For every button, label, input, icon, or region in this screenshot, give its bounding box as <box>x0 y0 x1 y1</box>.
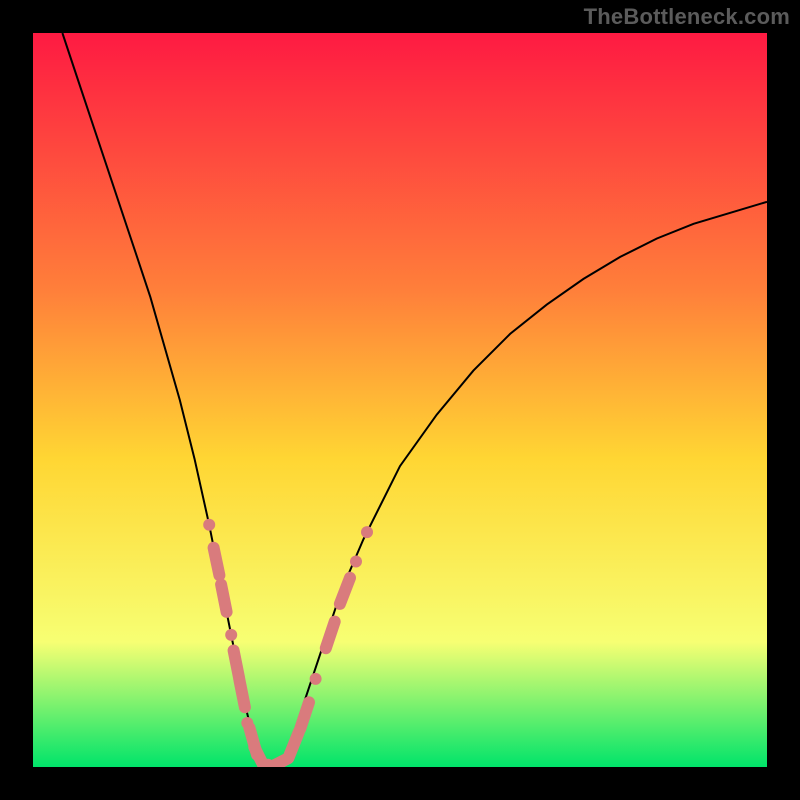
marker-pill <box>214 548 220 575</box>
marker-dot <box>310 673 322 685</box>
marker-dot <box>203 519 215 531</box>
watermark-text: TheBottleneck.com <box>584 4 790 30</box>
chart-svg <box>33 33 767 767</box>
marker-pill <box>326 622 335 649</box>
plot-area <box>33 33 767 767</box>
gradient-background <box>33 33 767 767</box>
marker-pill <box>300 702 309 729</box>
marker-pill <box>234 651 240 679</box>
chart-frame: TheBottleneck.com <box>0 0 800 800</box>
marker-pill <box>221 585 227 612</box>
marker-dot <box>225 629 237 641</box>
marker-pill <box>239 680 245 707</box>
marker-dot <box>350 556 362 568</box>
marker-dot <box>361 526 373 538</box>
